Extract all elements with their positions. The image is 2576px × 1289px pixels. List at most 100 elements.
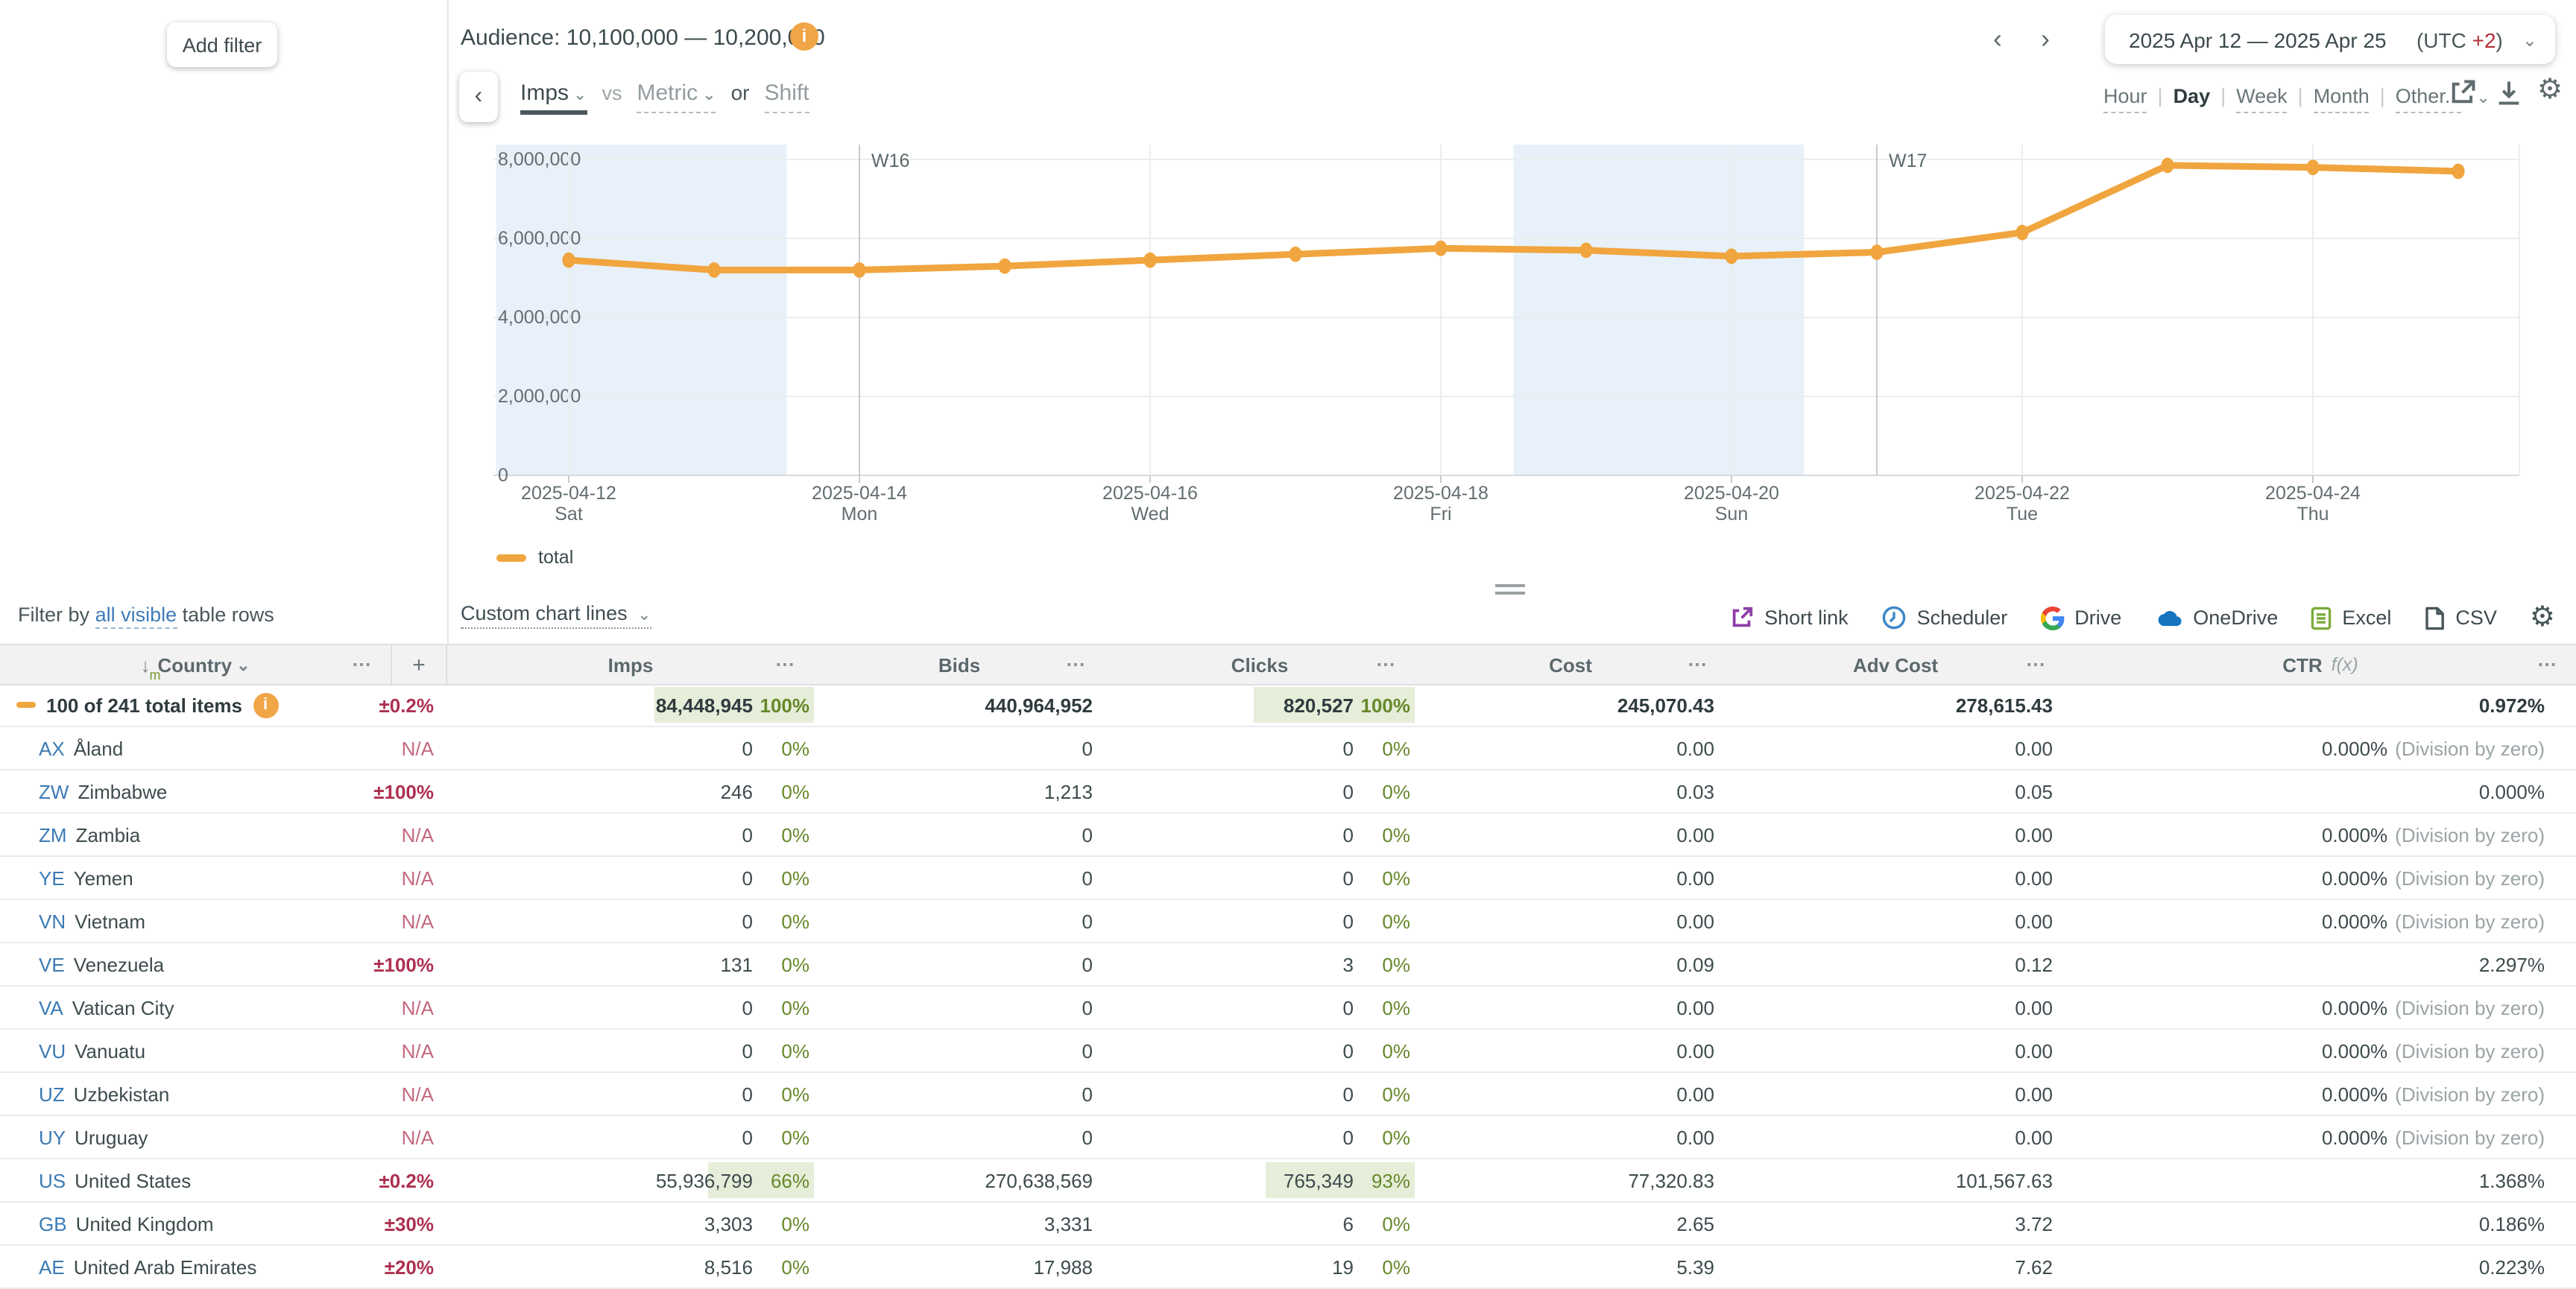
table-header: ↓m Country⌄ ⋯ + Imps⋯ Bids⋯ Clicks⋯ Cost… — [0, 644, 2576, 685]
granularity-separator: | — [2158, 85, 2163, 107]
table-row[interactable]: ZMZambiaN/A00%000%0.000.000.000%(Divisio… — [0, 814, 2576, 857]
column-options-icon[interactable]: ⋯ — [775, 653, 796, 677]
country-code-link[interactable]: UY — [39, 1126, 66, 1148]
x-axis-day-label: Sat — [555, 504, 583, 525]
export-onedrive[interactable]: OneDrive — [2154, 607, 2278, 629]
cell-delta: N/A — [343, 1039, 447, 1062]
country-name: Vanuatu — [75, 1039, 145, 1062]
table-row[interactable]: VAVatican CityN/A00%000%0.000.000.000%(D… — [0, 986, 2576, 1030]
country-code-link[interactable]: VU — [39, 1039, 66, 1062]
column-options-icon[interactable]: ⋯ — [352, 653, 373, 677]
cost-value: 5.39 — [1676, 1255, 1726, 1278]
column-options-icon[interactable]: ⋯ — [2537, 653, 2558, 677]
adv-cost-value: 0.00 — [2015, 996, 2065, 1019]
cell-imps: 55,936,79966% — [447, 1159, 814, 1201]
column-options-icon[interactable]: ⋯ — [1688, 653, 1708, 677]
table-row[interactable]: GBUnited Kingdom±30%3,3030%3,33160%2.653… — [0, 1203, 2576, 1246]
chart-back-button[interactable]: ‹ — [459, 72, 498, 122]
resize-handle[interactable] — [1495, 584, 1525, 599]
column-header-bids[interactable]: Bids⋯ — [814, 645, 1105, 684]
date-next-button[interactable]: › — [2041, 24, 2050, 55]
country-code-link[interactable]: ZM — [39, 823, 67, 846]
country-code-link[interactable]: US — [39, 1169, 66, 1191]
table-row[interactable]: VNVietnamN/A00%000%0.000.000.000%(Divisi… — [0, 900, 2576, 943]
info-icon[interactable]: i — [253, 692, 278, 718]
audience-info-icon[interactable]: i — [790, 22, 818, 51]
table-row[interactable]: AEUnited Arab Emirates±20%8,5160%17,9881… — [0, 1246, 2576, 1289]
cell-ctr: 2.297% — [2065, 953, 2576, 975]
table-row[interactable]: YEYemenN/A00%000%0.000.000.000%(Division… — [0, 857, 2576, 900]
cell-imps: 00% — [447, 1030, 814, 1071]
table-row[interactable]: UYUruguayN/A00%000%0.000.000.000%(Divisi… — [0, 1116, 2576, 1159]
cell-clicks: 00% — [1105, 1030, 1415, 1071]
sort-descending-icon[interactable]: ↓m — [140, 653, 150, 676]
cell-clicks: 190% — [1105, 1246, 1415, 1288]
table-row[interactable]: AXÅlandN/A00%000%0.000.000.000%(Division… — [0, 727, 2576, 770]
cell-clicks: 00% — [1105, 900, 1415, 942]
column-options-icon[interactable]: ⋯ — [1066, 653, 1087, 677]
chevron-down-icon: ⌄ — [637, 607, 651, 624]
column-options-icon[interactable]: ⋯ — [1376, 653, 1397, 677]
or-label: or — [731, 80, 750, 104]
export-scheduler[interactable]: Scheduler — [1881, 605, 2008, 630]
clicks-value: 0 — [1343, 1083, 1354, 1105]
granularity-week[interactable]: Week — [2236, 85, 2288, 113]
data-point — [1143, 253, 1156, 268]
bids-value: 0 — [1082, 1126, 1105, 1148]
column-header-ctr[interactable]: CTRf(x) ⋯ — [2065, 645, 2576, 684]
table-row[interactable]: ZWZimbabwe±100%2460%1,21300%0.030.050.00… — [0, 770, 2576, 814]
column-header-clicks[interactable]: Clicks⋯ — [1105, 645, 1415, 684]
column-header-cost[interactable]: Cost⋯ — [1415, 645, 1726, 684]
table-row[interactable]: VUVanuatuN/A00%000%0.000.000.000%(Divisi… — [0, 1030, 2576, 1073]
cell-ctr: 0.000%(Division by zero) — [2065, 1083, 2576, 1105]
download-icon[interactable] — [2494, 77, 2524, 107]
export-short-link[interactable]: Short link — [1729, 605, 1849, 630]
shift-selector[interactable]: Shift — [765, 80, 809, 113]
cell-clicks: 765,34993% — [1105, 1159, 1415, 1201]
cell-ctr: 0.000%(Division by zero) — [2065, 737, 2576, 759]
legend-label[interactable]: total — [538, 547, 573, 568]
date-prev-button[interactable]: ‹ — [1993, 24, 2002, 55]
column-header-adv-cost[interactable]: Adv Cost⋯ — [1726, 645, 2065, 684]
table-total-row[interactable]: 100 of 241 total itemsi±0.2%84,448,94510… — [0, 684, 2576, 727]
column-header-imps[interactable]: Imps⋯ — [447, 645, 814, 684]
metric-secondary-dropdown[interactable]: Metric⌄ — [637, 80, 716, 113]
granularity-day[interactable]: Day — [2174, 85, 2211, 112]
chart-legend: total — [496, 547, 573, 568]
country-code-link[interactable]: VN — [39, 910, 66, 932]
export-excel[interactable]: Excel — [2311, 606, 2391, 630]
country-code-link[interactable]: GB — [39, 1212, 67, 1235]
open-in-new-icon[interactable] — [2448, 77, 2478, 107]
table-row[interactable]: UZUzbekistanN/A00%000%0.000.000.000%(Div… — [0, 1073, 2576, 1116]
table-row[interactable]: VEVenezuela±100%1310%030%0.090.122.297% — [0, 943, 2576, 986]
cell-adv-cost: 278,615.43 — [1726, 684, 2065, 726]
export-drive[interactable]: Drive — [2040, 606, 2121, 630]
date-range-picker[interactable]: 2025 Apr 12 — 2025 Apr 25 (UTC +2) ⌄ — [2105, 15, 2555, 64]
column-options-icon[interactable]: ⋯ — [2026, 653, 2047, 677]
country-code-link[interactable]: AX — [39, 737, 65, 759]
cell-bids: 0 — [814, 1116, 1105, 1158]
app-root: Add filter Filter by all visible table r… — [0, 0, 2576, 1267]
table-row[interactable]: USUnited States±0.2%55,936,79966%270,638… — [0, 1159, 2576, 1203]
country-code-link[interactable]: VE — [39, 953, 65, 975]
granularity-month[interactable]: Month — [2314, 85, 2370, 113]
country-code-link[interactable]: VA — [39, 996, 63, 1019]
gear-icon[interactable]: ⚙ — [2530, 601, 2555, 635]
custom-chart-lines-dropdown[interactable]: Custom chart lines ⌄ — [461, 602, 651, 629]
country-code-link[interactable]: ZW — [39, 780, 69, 802]
google-g-icon — [2040, 606, 2064, 630]
cell-cost: 2.65 — [1415, 1203, 1726, 1244]
gear-icon[interactable]: ⚙ — [2537, 73, 2563, 107]
column-header-country[interactable]: ↓m Country⌄ ⋯ — [0, 645, 392, 684]
metric-primary-dropdown[interactable]: Imps⌄ — [520, 80, 587, 115]
country-code-link[interactable]: UZ — [39, 1083, 65, 1105]
add-column-button[interactable]: + — [392, 645, 447, 684]
x-axis-day-label: Wed — [1131, 504, 1169, 525]
add-filter-button[interactable]: Add filter — [167, 22, 277, 67]
granularity-hour[interactable]: Hour — [2103, 85, 2147, 113]
ctr-value: 0.972% — [2479, 694, 2545, 716]
all-visible-link[interactable]: all visible — [95, 604, 177, 629]
country-code-link[interactable]: AE — [39, 1255, 65, 1278]
country-code-link[interactable]: YE — [39, 867, 65, 889]
export-csv[interactable]: CSV — [2424, 606, 2497, 630]
